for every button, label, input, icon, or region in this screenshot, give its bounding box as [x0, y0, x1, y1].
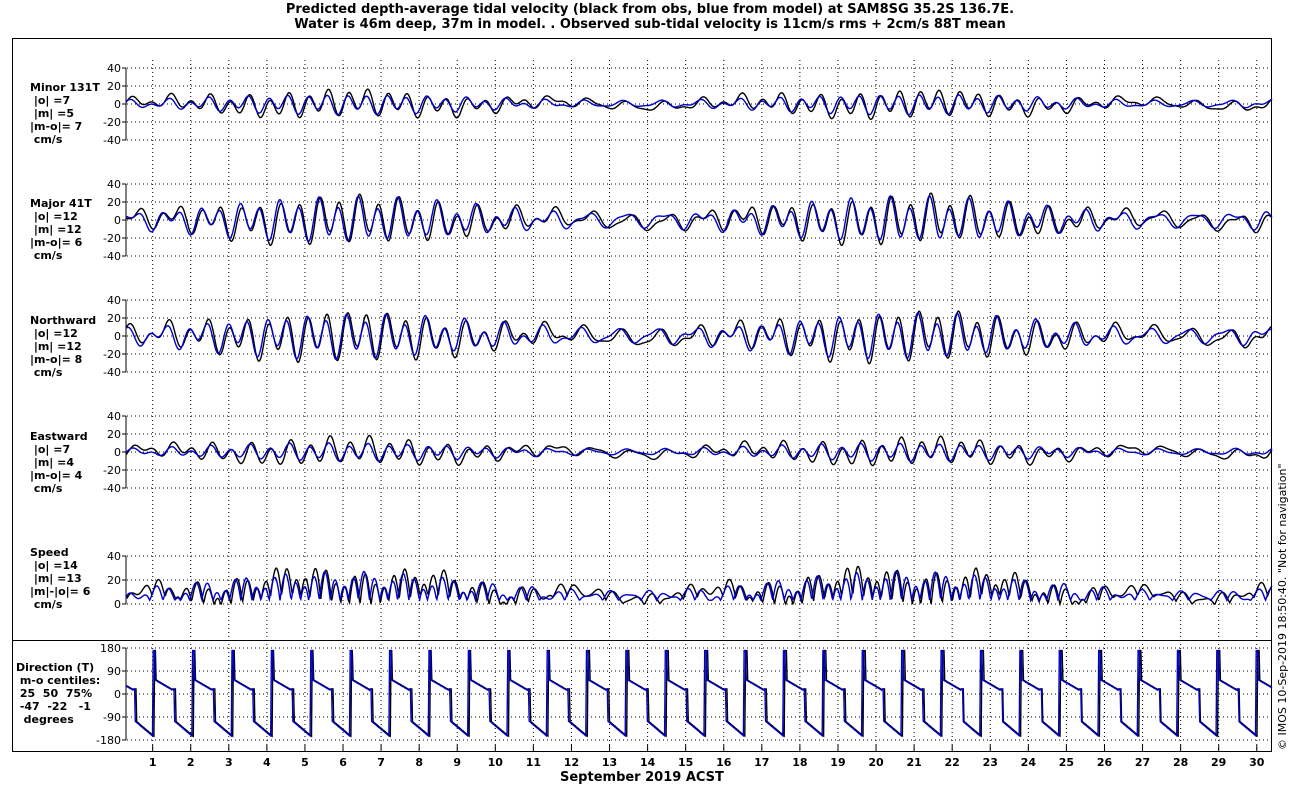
y-tick-label-east--40: -40: [103, 482, 121, 495]
y-tick-label-major-0: 0: [114, 214, 121, 227]
x-tick-label-5: 5: [301, 756, 309, 769]
x-axis-label: September 2019 ACST: [560, 770, 724, 785]
y-tick-label-minor--40: -40: [103, 134, 121, 147]
y-tick-label-north-20: 20: [107, 312, 121, 325]
x-tick-label-11: 11: [526, 756, 541, 769]
x-tick-label-2: 2: [187, 756, 195, 769]
y-tick-label-north--20: -20: [103, 348, 121, 361]
x-tick-label-18: 18: [792, 756, 807, 769]
x-tick-label-9: 9: [453, 756, 461, 769]
x-tick-label-14: 14: [640, 756, 656, 769]
y-tick-label-east-0: 0: [114, 446, 121, 459]
x-tick-label-15: 15: [678, 756, 693, 769]
y-tick-label-dir-180: 180: [100, 642, 121, 655]
x-tick-label-3: 3: [225, 756, 233, 769]
y-tick-label-east--20: -20: [103, 464, 121, 477]
x-tick-label-22: 22: [945, 756, 960, 769]
x-tick-label-27: 27: [1135, 756, 1150, 769]
x-tick-label-4: 4: [263, 756, 271, 769]
x-tick-label-6: 6: [339, 756, 347, 769]
y-tick-label-north--40: -40: [103, 366, 121, 379]
y-tick-label-east-40: 40: [107, 410, 121, 423]
credit-text: © IMOS 10-Sep-2019 18:50:40. "Not for na…: [1276, 463, 1289, 750]
series-model-major: [125, 195, 1273, 243]
y-tick-label-major-40: 40: [107, 178, 121, 191]
y-tick-label-speed-0: 0: [114, 598, 121, 611]
x-tick-label-20: 20: [868, 756, 884, 769]
x-tick-label-30: 30: [1249, 756, 1265, 769]
x-tick-label-28: 28: [1173, 756, 1188, 769]
y-tick-label-minor-0: 0: [114, 98, 121, 111]
x-tick-label-29: 29: [1211, 756, 1226, 769]
x-tick-label-1: 1: [149, 756, 157, 769]
y-tick-label-dir-90: 90: [107, 665, 121, 678]
y-tick-label-minor-20: 20: [107, 80, 121, 93]
y-tick-label-major-20: 20: [107, 196, 121, 209]
x-tick-label-10: 10: [488, 756, 504, 769]
y-tick-label-dir--180: -180: [96, 734, 121, 747]
y-tick-label-speed-40: 40: [107, 550, 121, 563]
y-tick-label-north-0: 0: [114, 330, 121, 343]
y-tick-label-dir--90: -90: [103, 711, 121, 724]
x-tick-label-12: 12: [564, 756, 579, 769]
x-tick-label-17: 17: [754, 756, 769, 769]
tidal-velocity-chart: 1 2 3 4 5 6 7 8 9 10 11 12 13 14 15 16 17 18 19 20 21 22 23 24 2…: [96, 60, 1273, 769]
y-tick-label-major--20: -20: [103, 232, 121, 245]
y-tick-label-minor-40: 40: [107, 62, 121, 75]
x-tick-label-19: 19: [830, 756, 845, 769]
x-tick-label-16: 16: [716, 756, 732, 769]
y-tick-label-east-20: 20: [107, 428, 121, 441]
y-tick-label-north-40: 40: [107, 294, 121, 307]
x-tick-label-8: 8: [415, 756, 423, 769]
x-tick-label-21: 21: [906, 756, 921, 769]
y-tick-label-minor--20: -20: [103, 116, 121, 129]
x-tick-label-23: 23: [983, 756, 998, 769]
y-tick-label-speed-20: 20: [107, 574, 121, 587]
y-tick-label-dir-0: 0: [114, 688, 121, 701]
x-tick-label-24: 24: [1021, 756, 1037, 769]
x-tick-label-26: 26: [1097, 756, 1113, 769]
x-tick-label-25: 25: [1059, 756, 1074, 769]
x-tick-label-13: 13: [602, 756, 617, 769]
x-tick-label-7: 7: [377, 756, 385, 769]
y-tick-label-major--40: -40: [103, 250, 121, 263]
